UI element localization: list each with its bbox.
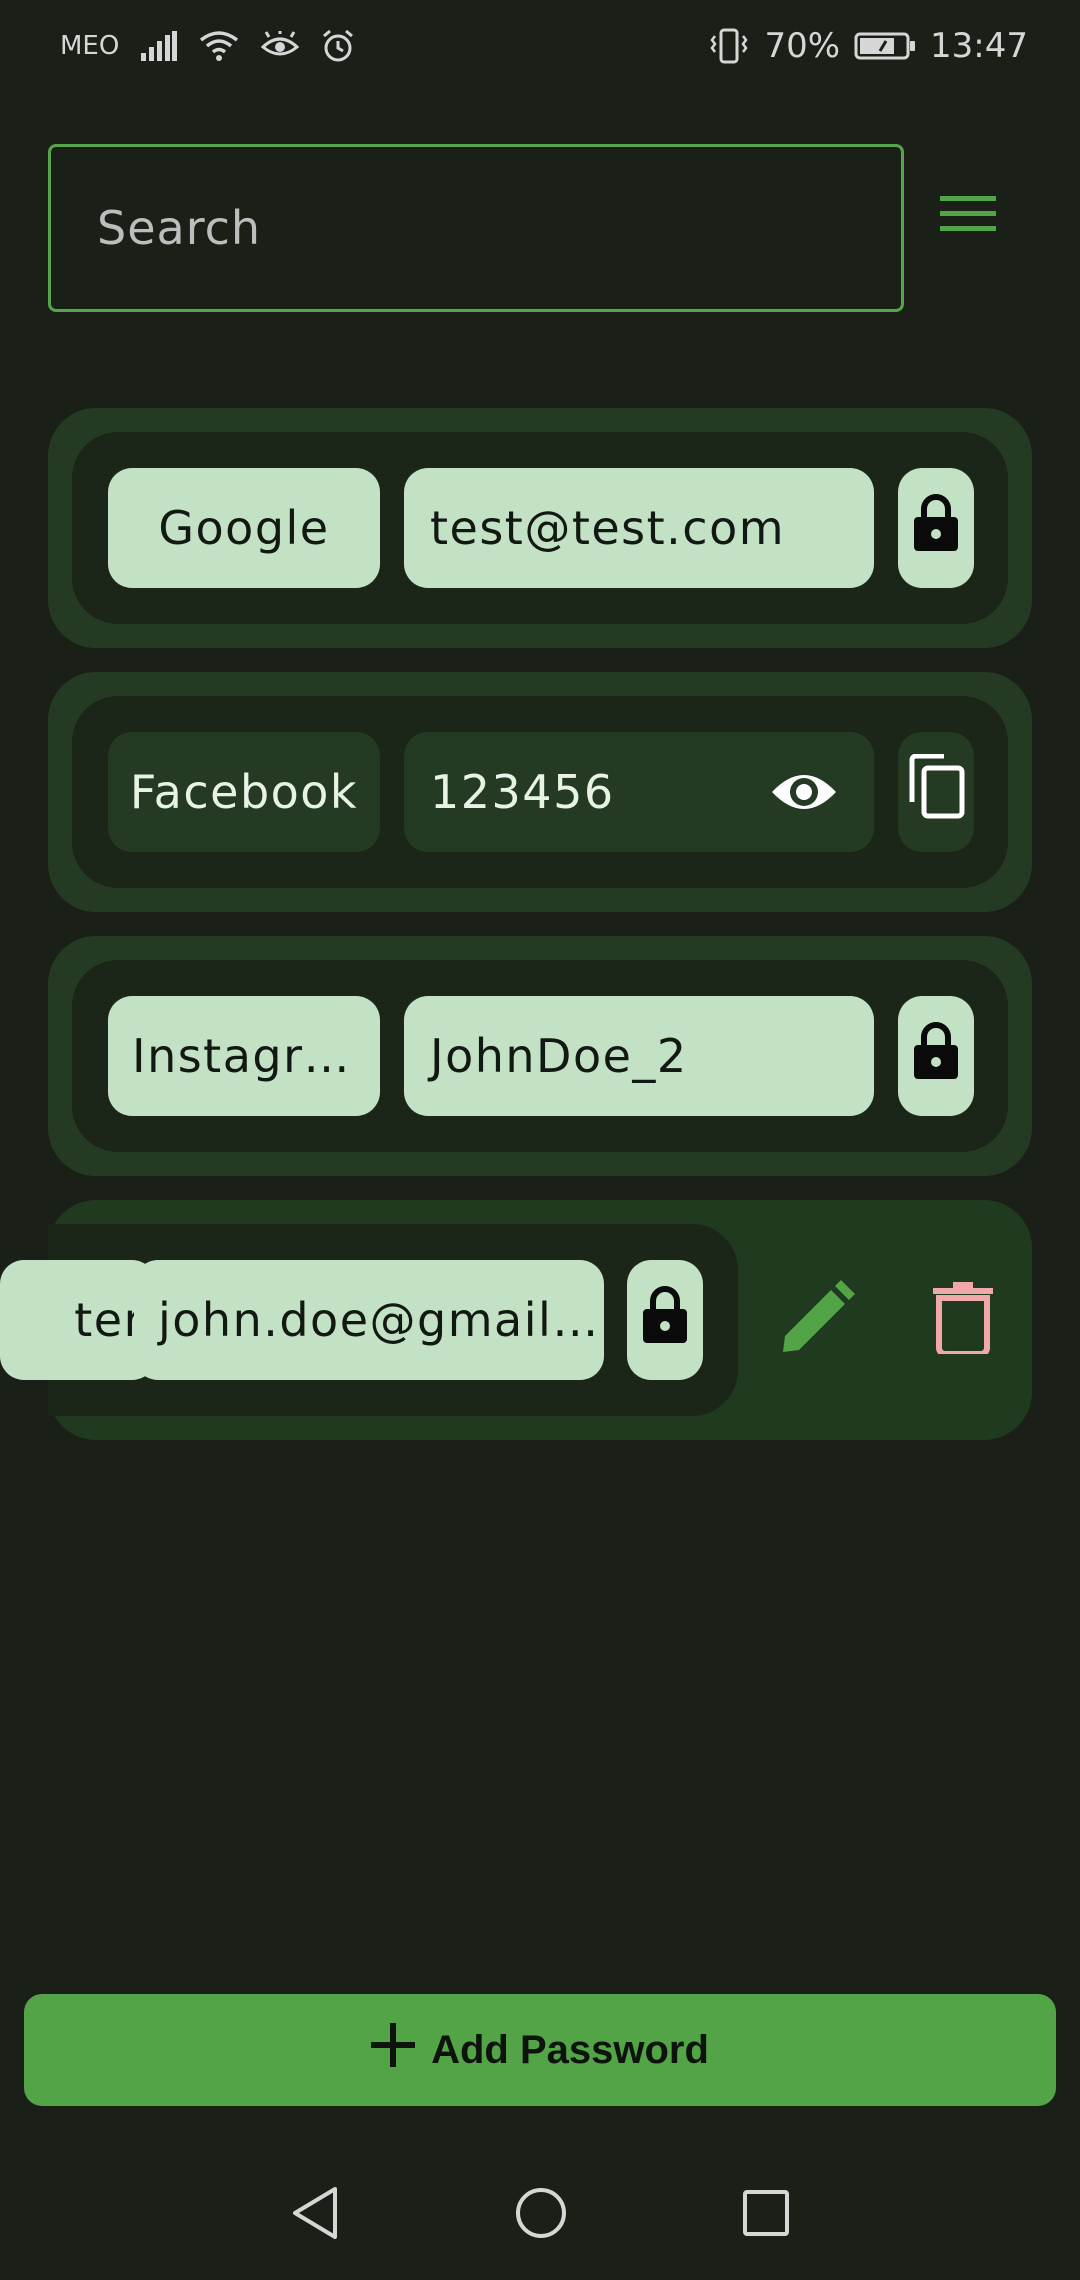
eye-comfort-icon	[261, 31, 300, 61]
lock-button[interactable]	[898, 996, 974, 1116]
battery-icon	[854, 31, 916, 61]
status-left: MEO	[60, 29, 355, 63]
entry-name: Google	[108, 468, 380, 588]
entry-value[interactable]: john.doe@gmail…	[134, 1260, 604, 1380]
entry-value-text: 123456	[430, 765, 615, 819]
entry-inner: Facebook 123456	[72, 696, 1008, 888]
lock-button[interactable]	[627, 1260, 703, 1380]
lock-icon	[912, 1021, 960, 1092]
entry-inner-swiped[interactable]: ter john.doe@gmail…	[0, 1224, 738, 1416]
search-input[interactable]: Search	[48, 144, 904, 312]
delete-button[interactable]	[908, 1200, 1018, 1440]
menu-button[interactable]	[928, 176, 1008, 256]
battery-percent: 70%	[764, 26, 841, 66]
entry-value[interactable]: test@test.com	[404, 468, 874, 588]
entry-value-text: john.doe@gmail…	[158, 1293, 600, 1347]
navigation-bar	[0, 2150, 1080, 2280]
recents-icon[interactable]	[743, 2190, 789, 2240]
hamburger-menu-icon	[940, 194, 996, 238]
password-entry-instagram[interactable]: Instagr… JohnDoe_2	[48, 936, 1032, 1176]
back-icon[interactable]	[291, 2187, 339, 2243]
password-entry-google[interactable]: Google test@test.com	[48, 408, 1032, 648]
alarm-icon	[321, 29, 355, 63]
password-entry-swiped[interactable]: ter john.doe@gmail…	[0, 1200, 1032, 1440]
plus-icon	[371, 2023, 416, 2077]
carrier-label: MEO	[60, 31, 120, 61]
add-password-label: Add Password	[431, 2027, 709, 2072]
entry-value-text: test@test.com	[430, 501, 786, 555]
password-entry-facebook[interactable]: Facebook 123456	[48, 672, 1032, 912]
edit-button[interactable]	[762, 1200, 872, 1440]
vibrate-icon	[708, 28, 750, 64]
entry-name: ter	[0, 1260, 156, 1380]
lock-button[interactable]	[898, 468, 974, 588]
entry-value[interactable]: 123456	[404, 732, 874, 852]
entry-value[interactable]: JohnDoe_2	[404, 996, 874, 1116]
signal-icon	[141, 31, 178, 61]
wifi-icon	[199, 30, 239, 62]
copy-icon	[906, 753, 966, 831]
status-bar: MEO 70% 13:47	[0, 0, 1080, 92]
entry-name: Facebook	[108, 732, 380, 852]
entry-name: Instagr…	[108, 996, 380, 1116]
entry-value-text: JohnDoe_2	[430, 1029, 688, 1083]
clock: 13:47	[930, 26, 1028, 66]
trash-icon	[933, 1282, 993, 1358]
entry-inner: Instagr… JohnDoe_2	[72, 960, 1008, 1152]
eye-icon[interactable]	[770, 766, 838, 829]
pencil-icon	[779, 1280, 855, 1360]
lock-icon	[641, 1285, 689, 1356]
status-right: 70% 13:47	[708, 26, 1028, 66]
add-password-button[interactable]: Add Password	[24, 1994, 1056, 2106]
copy-button[interactable]	[898, 732, 974, 852]
home-icon[interactable]	[515, 2187, 567, 2243]
search-placeholder: Search	[97, 201, 262, 255]
entry-inner: Google test@test.com	[72, 432, 1008, 624]
lock-icon	[912, 493, 960, 564]
